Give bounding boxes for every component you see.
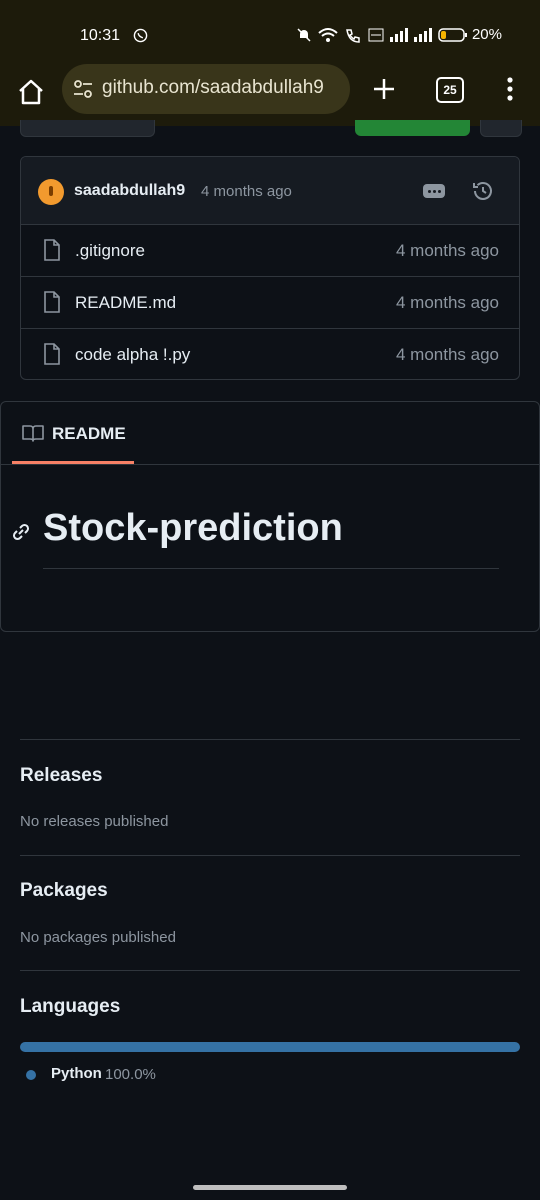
file-time: 4 months ago xyxy=(395,241,499,260)
file-time: 4 months ago xyxy=(395,293,499,312)
more-button[interactable] xyxy=(480,120,522,137)
commit-time: 4 months ago xyxy=(201,183,292,200)
readme-tab-label: README xyxy=(52,424,126,443)
status-icons: 20% xyxy=(296,26,502,43)
file-icon xyxy=(44,343,60,365)
file-name[interactable]: code alpha !.py xyxy=(75,345,190,365)
section-divider xyxy=(20,970,520,971)
packages-title[interactable]: Packages xyxy=(20,880,108,902)
link-icon[interactable] xyxy=(11,522,31,542)
file-list: saadabdullah9 4 months ago .gitignore 4 … xyxy=(20,156,520,380)
commit-author[interactable]: saadabdullah9 xyxy=(74,182,185,200)
code-button[interactable] xyxy=(355,120,470,136)
section-divider xyxy=(20,855,520,856)
languages-title: Languages xyxy=(20,996,121,1017)
file-time: 4 months ago xyxy=(395,345,499,364)
language-name[interactable]: Python xyxy=(51,1065,102,1082)
heading-rule xyxy=(43,568,499,569)
battery-icon xyxy=(438,27,467,42)
language-color-dot xyxy=(26,1070,36,1080)
avatar[interactable] xyxy=(38,179,64,205)
file-row[interactable]: .gitignore 4 months ago xyxy=(21,225,519,277)
file-row[interactable]: code alpha !.py 4 months ago xyxy=(21,329,519,379)
readme-heading: Stock-prediction xyxy=(43,507,343,549)
file-name[interactable]: .gitignore xyxy=(75,241,145,261)
tab-switcher-button[interactable]: 25 xyxy=(436,77,464,103)
home-icon[interactable] xyxy=(16,77,46,107)
releases-title[interactable]: Releases xyxy=(20,765,102,787)
file-icon xyxy=(44,239,60,261)
battery: 20% xyxy=(438,26,502,43)
signal-icon-1 xyxy=(389,27,408,42)
readme-panel: README Stock-prediction xyxy=(0,401,540,632)
url-text: github.com/saadabdullah9 xyxy=(102,77,324,98)
packages-text: No packages published xyxy=(20,929,176,946)
language-percent: 100.0% xyxy=(105,1066,156,1083)
tab-readme[interactable]: README xyxy=(12,402,134,464)
address-bar[interactable]: github.com/saadabdullah9 xyxy=(62,64,350,114)
browser-toolbar: github.com/saadabdullah9 25 xyxy=(0,62,540,126)
language-bar xyxy=(20,1042,520,1052)
branch-button[interactable] xyxy=(20,120,155,137)
commit-message-toggle[interactable] xyxy=(423,184,445,198)
new-tab-icon[interactable] xyxy=(370,75,398,103)
releases-text: No releases published xyxy=(20,813,169,830)
section-divider xyxy=(20,739,520,740)
gesture-home-indicator[interactable] xyxy=(193,1185,347,1190)
history-icon[interactable] xyxy=(471,179,495,203)
wifi-icon xyxy=(318,27,338,42)
site-settings-icon[interactable] xyxy=(72,78,94,100)
readme-divider xyxy=(1,464,539,465)
whatsapp-icon xyxy=(133,28,148,43)
latest-commit: saadabdullah9 4 months ago xyxy=(21,157,519,225)
battery-percent: 20% xyxy=(471,26,502,43)
signal-icon-2 xyxy=(413,27,432,42)
wifi-calling-icon xyxy=(346,28,360,43)
book-icon xyxy=(22,425,44,442)
file-name[interactable]: README.md xyxy=(75,293,176,313)
overflow-menu-icon[interactable] xyxy=(500,75,520,103)
status-time: 10:31 xyxy=(80,27,121,44)
file-icon xyxy=(44,291,60,313)
file-row[interactable]: README.md 4 months ago xyxy=(21,277,519,329)
volte-icon xyxy=(368,28,384,41)
mute-bell-icon xyxy=(297,27,311,42)
